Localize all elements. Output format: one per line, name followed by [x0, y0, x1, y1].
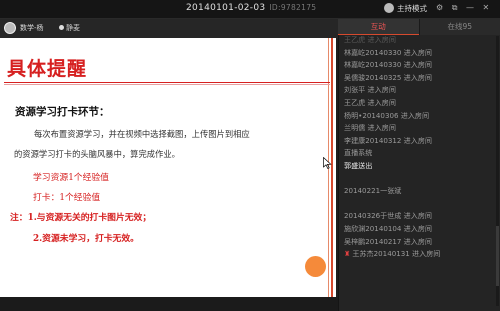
slide-red-line2: 打卡：1个经验值: [33, 193, 101, 203]
list-item-text: 郭盛送出: [344, 160, 373, 170]
list-item: 吴儒骏20140325 进入房间: [344, 72, 496, 85]
mic-icon: [59, 25, 64, 30]
slide-paragraph-line1: 每次布置资源学习，并在视频中选择截图，上传图片到相应: [34, 129, 250, 139]
mic-toggle[interactable]: 静麦: [59, 23, 80, 33]
list-item: 直播系统: [344, 147, 496, 160]
slide-red-line1: 学习资源1个经验值: [33, 173, 109, 183]
slide-note-line1: 注：1.与资源无关的打卡图片无效；: [10, 213, 152, 223]
message-scrollbar[interactable]: [496, 36, 499, 306]
list-item: 林嘉屹20140330 进入房间: [344, 47, 496, 60]
host-name: 数学-杨: [20, 24, 44, 32]
list-item-text: 兰明儒 进入房间: [344, 123, 396, 133]
title-text: 20140101-02-03: [186, 3, 266, 13]
mouse-cursor-icon: [323, 157, 332, 169]
slide-paragraph-line2: 的资源学习打卡的头脑风暴中，算完成作业。: [14, 149, 180, 159]
list-item: 王乙虎 进入房间: [344, 97, 496, 110]
window-title: 20140101-02-03 ID:9782175: [186, 3, 316, 13]
slide-heading: 资源学习打卡环节：: [15, 106, 110, 118]
scrollbar-thumb[interactable]: [496, 226, 499, 286]
list-item: ♜ 王苏杰20140131 进入房间: [344, 248, 496, 261]
slide-title: 具体提醒: [7, 58, 88, 80]
message-list[interactable]: 王乙虎 进入房间 林嘉屹20140330 进入房间 林嘉屹20140330 进入房间…: [344, 34, 496, 310]
flag-icon: ♜: [344, 249, 351, 259]
list-item-text: 20140326于世成 进入房间: [344, 211, 433, 221]
list-item: [344, 173, 496, 186]
list-item: 杨明•20140306 进入房间: [344, 110, 496, 123]
list-item-text: 20140221一张斌: [344, 186, 402, 196]
host-mode-button[interactable]: 主持模式: [384, 3, 427, 14]
list-item: 施欣渊20140104 进入房间: [344, 223, 496, 236]
tab-online[interactable]: 在线95: [419, 19, 500, 35]
host-mode-avatar: [384, 3, 394, 13]
list-item-text: 林嘉屹20140330 进入房间: [344, 60, 433, 70]
list-item-text: 王乙虎 进入房间: [344, 35, 396, 44]
list-item-text: 直播系统: [344, 148, 373, 158]
list-item-text: 杨明•20140306 进入房间: [344, 110, 430, 120]
list-item-text: 吴梓鹏20140217 进入房间: [344, 236, 433, 246]
list-item: 郭盛送出: [344, 160, 496, 173]
panel-tabs: 互动 在线95: [338, 19, 500, 35]
shared-slide: 具体提醒 资源学习打卡环节： 每次布置资源学习，并在视频中选择截图，上传图片到相…: [0, 38, 336, 297]
list-item-text: 林嘉屹20140330 进入房间: [344, 47, 433, 57]
slide-title-rule-light: [4, 84, 330, 85]
list-item: 王乙虎 进入房间: [344, 34, 496, 47]
slide-title-rule: [4, 82, 330, 83]
list-item-text: 王苏杰20140131 进入房间: [352, 249, 441, 259]
list-item-text: 刘张平 进入房间: [344, 85, 396, 95]
video-bottom-strip: [0, 297, 338, 311]
slide-note-line2: 2.资源未学习，打卡无效。: [33, 234, 139, 244]
list-item: 刘张平 进入房间: [344, 84, 496, 97]
list-item: 20140326于世成 进入房间: [344, 210, 496, 223]
list-item: [344, 198, 496, 211]
list-item-text: 施欣渊20140104 进入房间: [344, 223, 433, 233]
tab-interaction[interactable]: 互动: [338, 19, 419, 35]
list-item: 20140221一张斌: [344, 185, 496, 198]
list-item: 李建康20140312 进入房间: [344, 135, 496, 148]
floating-action-button[interactable]: [305, 256, 326, 277]
list-item: 兰明儒 进入房间: [344, 122, 496, 135]
list-item: 林嘉屹20140330 进入房间: [344, 59, 496, 72]
list-item-text: 吴儒骏20140325 进入房间: [344, 72, 433, 82]
list-item: 吴梓鹏20140217 进入房间: [344, 236, 496, 249]
list-item-text: 李建康20140312 进入房间: [344, 135, 433, 145]
room-id: ID:9782175: [269, 3, 317, 12]
host-bar: 数学-杨 静麦: [0, 19, 338, 38]
host-avatar[interactable]: [4, 22, 16, 34]
list-item-text: 王乙虎 进入房间: [344, 97, 396, 107]
mic-label: 静麦: [66, 24, 80, 32]
host-mode-label: 主持模式: [397, 4, 427, 13]
window-controls[interactable]: ⚙ ⧉ — ✕: [436, 3, 492, 13]
